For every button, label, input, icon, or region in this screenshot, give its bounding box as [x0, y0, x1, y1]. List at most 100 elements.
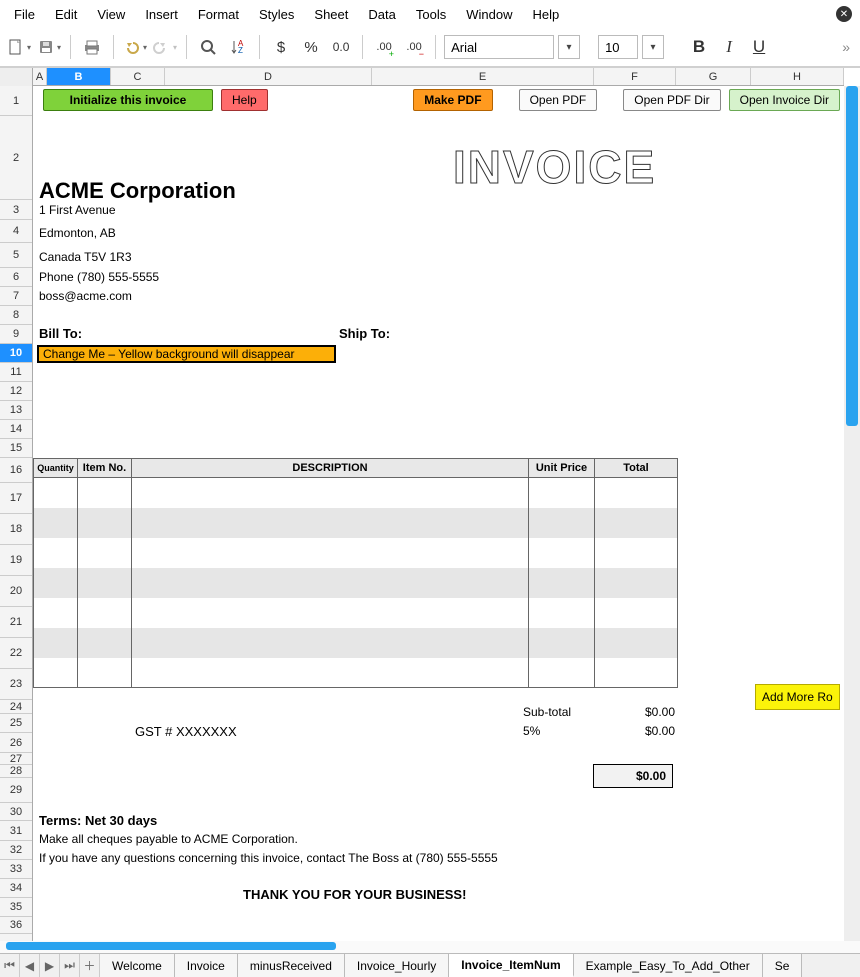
row-20[interactable]: 20 — [0, 576, 32, 607]
sort-icon[interactable]: AZ — [225, 34, 251, 60]
table-row[interactable] — [34, 538, 678, 568]
row-18[interactable]: 18 — [0, 514, 32, 545]
row-21[interactable]: 21 — [0, 607, 32, 638]
tab-first-icon[interactable]: ⏮ — [0, 954, 20, 977]
row-headers[interactable]: 1234567891011121314151617181920212223242… — [0, 86, 33, 941]
col-E[interactable]: E — [372, 68, 594, 85]
font-size-dropdown[interactable]: ▾ — [642, 35, 664, 59]
tab-welcome[interactable]: Welcome — [100, 954, 175, 977]
row-9[interactable]: 9 — [0, 325, 32, 344]
table-row[interactable] — [34, 628, 678, 658]
column-headers[interactable]: A B C D E F G H — [0, 68, 844, 86]
row-15[interactable]: 15 — [0, 439, 32, 458]
make-pdf-button[interactable]: Make PDF — [413, 89, 492, 111]
row-10[interactable]: 10 — [0, 344, 32, 363]
tab-minusreceived[interactable]: minusReceived — [238, 954, 345, 977]
toolbar-overflow-icon[interactable]: » — [838, 39, 854, 55]
open-pdf-button[interactable]: Open PDF — [519, 89, 598, 111]
help-button[interactable]: Help — [221, 89, 268, 111]
undo-icon[interactable] — [122, 34, 148, 60]
tab-invoice[interactable]: Invoice — [175, 954, 238, 977]
row-23[interactable]: 23 — [0, 669, 32, 700]
menu-help[interactable]: Help — [522, 3, 569, 26]
vertical-scrollbar[interactable] — [844, 86, 860, 941]
tab-add-icon[interactable]: ＋ — [80, 954, 100, 977]
table-row[interactable] — [34, 658, 678, 688]
add-decimal-icon[interactable]: .00+ — [371, 34, 397, 60]
row-12[interactable]: 12 — [0, 382, 32, 401]
italic-icon[interactable]: I — [716, 34, 742, 60]
row-8[interactable]: 8 — [0, 306, 32, 325]
row-4[interactable]: 4 — [0, 220, 32, 243]
table-row[interactable] — [34, 598, 678, 628]
grid[interactable]: Initialize this invoice Help Make PDF Op… — [33, 86, 844, 941]
font-name-dropdown[interactable]: ▾ — [558, 35, 580, 59]
table-row[interactable] — [34, 508, 678, 538]
row-28[interactable]: 28 — [0, 765, 32, 778]
row-35[interactable]: 35 — [0, 898, 32, 917]
save-icon[interactable] — [36, 34, 62, 60]
menu-insert[interactable]: Insert — [135, 3, 188, 26]
close-icon[interactable]: ✕ — [836, 6, 852, 22]
initialize-invoice-button[interactable]: Initialize this invoice — [43, 89, 213, 111]
bill-to-input-cell[interactable]: Change Me – Yellow background will disap… — [37, 345, 336, 363]
currency-icon[interactable]: $ — [268, 34, 294, 60]
col-G[interactable]: G — [676, 68, 751, 85]
menu-styles[interactable]: Styles — [249, 3, 304, 26]
tab-invoice-hourly[interactable]: Invoice_Hourly — [345, 954, 449, 977]
col-A[interactable]: A — [33, 68, 47, 85]
font-name-field[interactable]: Arial — [444, 35, 554, 59]
open-pdf-dir-button[interactable]: Open PDF Dir — [623, 89, 720, 111]
row-34[interactable]: 34 — [0, 879, 32, 898]
col-F[interactable]: F — [594, 68, 676, 85]
tab-partial[interactable]: Se — [763, 954, 803, 977]
menu-tools[interactable]: Tools — [406, 3, 456, 26]
menu-file[interactable]: File — [4, 3, 45, 26]
row-33[interactable]: 33 — [0, 860, 32, 879]
menu-window[interactable]: Window — [456, 3, 522, 26]
row-24[interactable]: 24 — [0, 700, 32, 714]
row-16[interactable]: 16 — [0, 458, 32, 483]
table-row[interactable] — [34, 568, 678, 598]
row-25[interactable]: 25 — [0, 714, 32, 733]
row-19[interactable]: 19 — [0, 545, 32, 576]
menu-edit[interactable]: Edit — [45, 3, 87, 26]
col-C[interactable]: C — [111, 68, 165, 85]
row-5[interactable]: 5 — [0, 243, 32, 268]
find-icon[interactable] — [195, 34, 221, 60]
tab-next-icon[interactable]: ▶ — [40, 954, 60, 977]
new-doc-icon[interactable] — [6, 34, 32, 60]
underline-icon[interactable]: U — [746, 34, 772, 60]
row-22[interactable]: 22 — [0, 638, 32, 669]
row-29[interactable]: 29 — [0, 778, 32, 803]
row-14[interactable]: 14 — [0, 420, 32, 439]
row-30[interactable]: 30 — [0, 803, 32, 821]
row-13[interactable]: 13 — [0, 401, 32, 420]
row-3[interactable]: 3 — [0, 200, 32, 220]
menu-format[interactable]: Format — [188, 3, 249, 26]
row-1[interactable]: 1 — [0, 86, 32, 116]
add-more-rows-button[interactable]: Add More Ro — [755, 684, 840, 710]
table-row[interactable] — [34, 478, 678, 508]
col-D[interactable]: D — [165, 68, 372, 85]
horizontal-scrollbar[interactable] — [0, 941, 860, 953]
tab-last-icon[interactable]: ⏭ — [60, 954, 80, 977]
row-11[interactable]: 11 — [0, 363, 32, 382]
row-31[interactable]: 31 — [0, 821, 32, 841]
print-icon[interactable] — [79, 34, 105, 60]
row-17[interactable]: 17 — [0, 483, 32, 514]
tab-prev-icon[interactable]: ◀ — [20, 954, 40, 977]
row-36[interactable]: 36 — [0, 917, 32, 934]
bold-icon[interactable]: B — [686, 34, 712, 60]
row-6[interactable]: 6 — [0, 268, 32, 287]
row-27[interactable]: 27 — [0, 753, 32, 765]
horizontal-scroll-thumb[interactable] — [6, 942, 336, 950]
row-26[interactable]: 26 — [0, 733, 32, 753]
select-all-corner[interactable] — [0, 68, 33, 86]
menu-view[interactable]: View — [87, 3, 135, 26]
open-invoice-dir-button[interactable]: Open Invoice Dir — [729, 89, 840, 111]
row-32[interactable]: 32 — [0, 841, 32, 860]
percent-icon[interactable]: % — [298, 34, 324, 60]
row-2[interactable]: 2 — [0, 116, 32, 200]
menu-sheet[interactable]: Sheet — [304, 3, 358, 26]
